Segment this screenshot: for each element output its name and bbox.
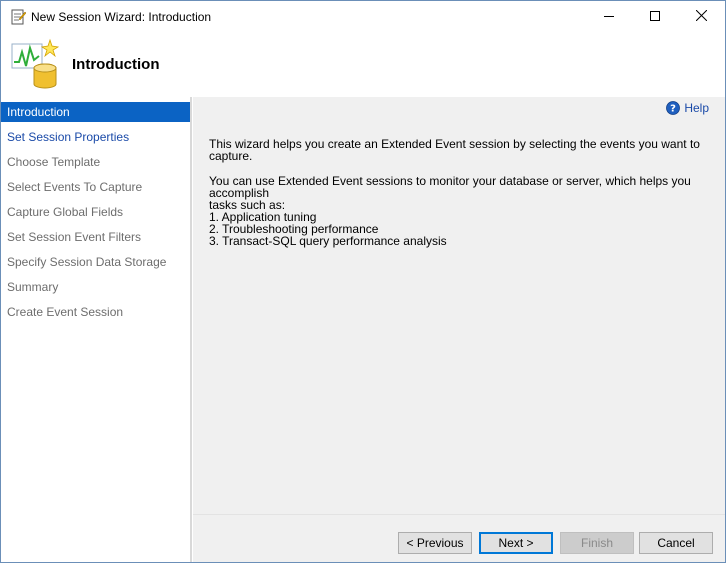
finish-button: Finish xyxy=(560,532,634,554)
sidebar-item-introduction[interactable]: Introduction xyxy=(1,102,190,122)
minimize-button[interactable] xyxy=(586,1,632,32)
wizard-header: Introduction xyxy=(1,32,725,96)
extended-events-database-icon xyxy=(10,38,60,90)
sidebar-item-create-event-session: Create Event Session xyxy=(7,305,124,319)
svg-text:?: ? xyxy=(670,104,676,115)
sidebar-item-event-filters: Set Session Event Filters xyxy=(7,230,142,244)
next-button[interactable]: Next > xyxy=(479,532,553,554)
introduction-text: This wizard helps you create an Extended… xyxy=(209,138,709,247)
wizard-app-icon xyxy=(10,9,27,25)
cancel-button[interactable]: Cancel xyxy=(639,532,713,554)
sidebar-item-data-storage: Specify Session Data Storage xyxy=(7,255,167,269)
maximize-icon xyxy=(650,10,660,24)
help-link[interactable]: ? Help xyxy=(666,101,709,115)
wizard-footer: < Previous Next > Finish Cancel xyxy=(193,514,725,562)
help-label[interactable]: Help xyxy=(684,101,709,115)
sidebar-item-choose-template: Choose Template xyxy=(7,155,101,169)
close-icon xyxy=(695,9,707,24)
window-title: New Session Wizard: Introduction xyxy=(31,10,212,24)
usage-paragraph-line1: You can use Extended Event sessions to m… xyxy=(209,174,691,200)
sidebar-item-set-session-properties[interactable]: Set Session Properties xyxy=(1,127,190,147)
sidebar-item-select-events: Select Events To Capture xyxy=(7,180,143,194)
previous-button[interactable]: < Previous xyxy=(398,532,472,554)
intro-paragraph: This wizard helps you create an Extended… xyxy=(209,137,700,163)
title-bar: New Session Wizard: Introduction xyxy=(1,1,725,32)
wizard-steps-sidebar: Introduction Set Session Properties Choo… xyxy=(1,97,192,562)
wizard-window: New Session Wizard: Introduction Introdu… xyxy=(0,0,726,563)
maximize-button[interactable] xyxy=(632,1,678,32)
sidebar-item-capture-global-fields: Capture Global Fields xyxy=(7,205,124,219)
minimize-icon xyxy=(604,10,614,24)
help-icon: ? xyxy=(666,101,681,115)
page-title: Introduction xyxy=(72,56,160,73)
wizard-content-panel: ? Help This wizard helps you create an E… xyxy=(193,97,725,514)
task-item: 3. Transact-SQL query performance analys… xyxy=(209,234,447,248)
sidebar-item-summary: Summary xyxy=(7,280,59,294)
close-button[interactable] xyxy=(678,1,724,32)
